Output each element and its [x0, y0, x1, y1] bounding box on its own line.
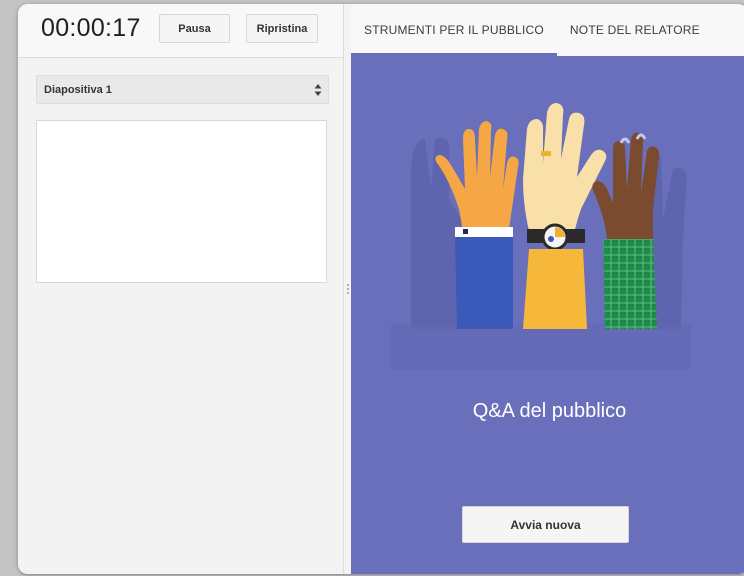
tab-speaker-notes[interactable]: NOTE DEL RELATORE	[557, 4, 713, 56]
presenter-view-window: 00:00:17 Pausa Ripristina Diapositiva 1 …	[18, 4, 744, 574]
pause-button[interactable]: Pausa	[159, 14, 230, 43]
speaker-notes-area[interactable]	[36, 120, 327, 283]
elapsed-timer: 00:00:17	[41, 14, 141, 42]
middle-hand-icon	[523, 103, 607, 329]
tab-bar: STRUMENTI PER IL PUBBLICO NOTE DEL RELAT…	[351, 4, 744, 56]
select-arrows-icon	[314, 84, 322, 96]
reset-button[interactable]: Ripristina	[246, 14, 318, 43]
start-new-button[interactable]: Avvia nuova	[462, 506, 629, 543]
tab-audience-tools[interactable]: STRUMENTI PER IL PUBBLICO	[351, 4, 557, 56]
audience-qa-title: Q&A del pubblico	[472, 400, 627, 422]
presenter-left-pane: 00:00:17 Pausa Ripristina Diapositiva 1	[18, 4, 343, 574]
audience-tools-pane: STRUMENTI PER IL PUBBLICO NOTE DEL RELAT…	[351, 4, 744, 574]
drag-handle-icon[interactable]	[347, 284, 349, 296]
pane-divider[interactable]	[343, 4, 351, 574]
slide-selector[interactable]: Diapositiva 1	[36, 75, 329, 104]
slide-selector-value: Diapositiva 1	[44, 83, 112, 96]
raised-hands-illustration	[391, 103, 691, 369]
timer-bar: 00:00:17 Pausa Ripristina	[18, 4, 343, 58]
